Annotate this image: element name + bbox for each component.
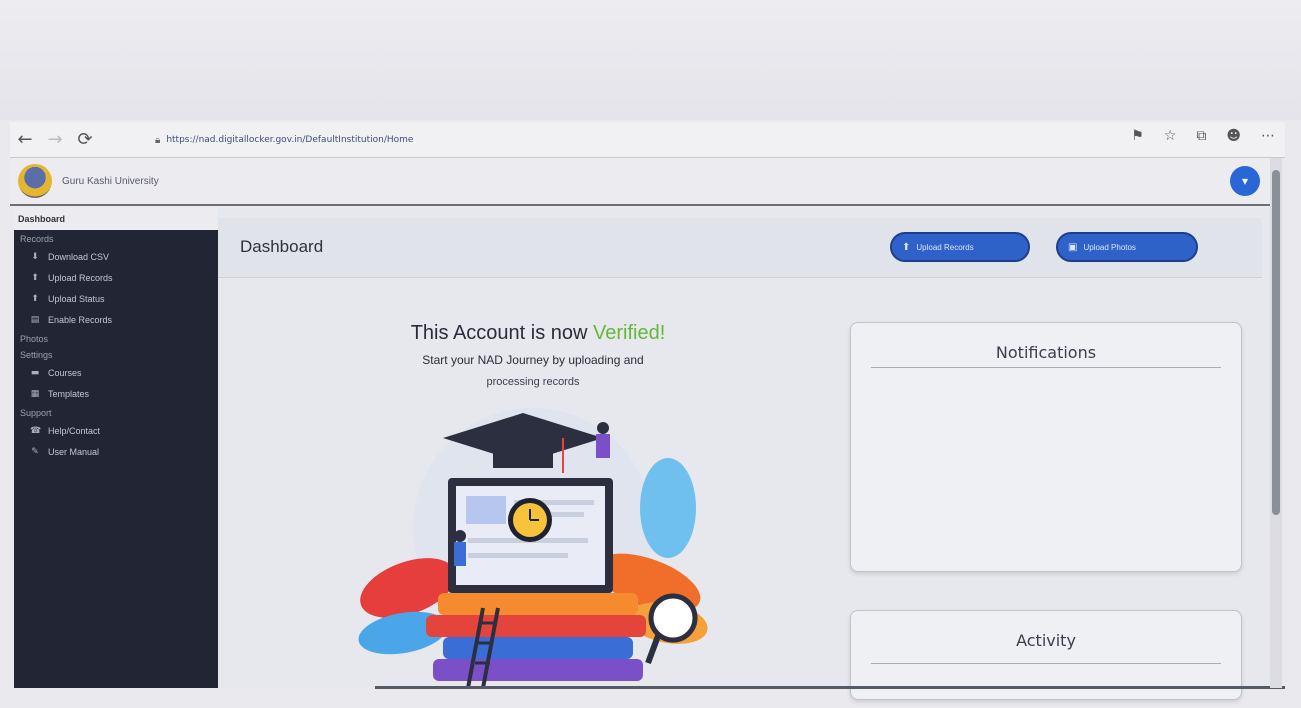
address-bar[interactable]: 🔒︎ https://nad.digitallocker.gov.in/Defa… [155,131,485,149]
sidebar-item-upload-status[interactable]: ⬆ Upload Status [14,288,218,309]
verified-heading: This Account is now Verified! [348,322,728,345]
sidebar-item-label: Upload Status [48,293,105,304]
sidebar-item-label: User Manual [48,446,100,457]
upload-records-button[interactable]: ⬆ Upload Records [890,232,1030,262]
back-icon[interactable]: ← [10,125,40,155]
button-label: Upload Photos [1083,242,1136,252]
url-text: https://nad.digitallocker.gov.in/Default… [166,135,414,145]
sidebar-item-enable-records[interactable]: ▤ Enable Records [14,309,218,330]
notifications-card: Notifications [850,322,1242,572]
verified-word: Verified! [593,322,666,344]
app-header: Guru Kashi University ▾ [10,158,1270,206]
page-header: Dashboard ⬆ Upload Records ▣ Upload Phot… [218,218,1262,278]
scrollbar-thumb[interactable] [1272,170,1280,515]
sidebar-item-label: Help/Contact [48,425,101,436]
browser-actions: ⚑ ☆ ⧉ ☻ ⋯ [1131,128,1275,144]
sidebar-section-records[interactable]: Records [14,230,218,246]
reload-icon[interactable]: ⟳ [70,125,100,155]
sidebar-item-dashboard[interactable]: Dashboard [14,208,218,230]
file-icon: ▤ [30,314,40,325]
org-name: Guru Kashi University [62,175,159,187]
browser-toolbar: ← → ⟳ 🔒︎ https://nad.digitallocker.gov.i… [10,122,1285,158]
sidebar-item-templates[interactable]: ▦ Templates [14,383,218,404]
button-label: Upload Records [916,242,974,252]
sidebar-section-photos[interactable]: Photos [14,330,218,346]
sidebar: Dashboard Records ⬇ Download CSV ⬆ Uploa… [14,208,218,688]
lock-icon: 🔒︎ [155,134,161,146]
sidebar-item-label: Templates [48,388,90,399]
upload-icon: ⬆ [902,241,911,253]
verified-heading-text: This Account is now [410,322,594,344]
screen-bottom-edge [375,686,1285,689]
profile-icon[interactable]: ☻ [1226,128,1241,144]
minus-icon: ▬ [30,367,40,378]
upload-icon: ⬆ [31,293,39,304]
education-illustration [358,408,708,688]
sidebar-item-label: Dashboard [18,214,66,224]
sidebar-item-user-manual[interactable]: ✎ User Manual [14,441,218,462]
main-content: Dashboard ⬆ Upload Records ▣ Upload Phot… [218,208,1270,700]
more-icon[interactable]: ⋯ [1261,128,1275,144]
sidebar-item-label: Upload Records [48,272,113,283]
download-icon: ⬇ [31,251,39,262]
welcome-subtext-2: processing records [486,376,580,388]
sidebar-item-label: Enable Records [48,314,113,325]
sidebar-item-download-csv[interactable]: ⬇ Download CSV [14,246,218,267]
sidebar-item-label: Download CSV [48,251,110,262]
divider [871,663,1221,664]
activity-title: Activity [1016,631,1076,650]
upload-icon: ⬆ [31,272,39,283]
template-icon: ▦ [30,388,40,399]
notifications-title: Notifications [995,343,1097,362]
book-icon: ✎ [31,446,39,457]
sidebar-section-support[interactable]: Support [14,404,218,420]
sidebar-item-courses[interactable]: ▬ Courses [14,362,218,383]
university-logo [18,164,52,198]
sidebar-section-settings[interactable]: Settings [14,346,218,362]
favorites-icon[interactable]: ☆ [1164,128,1177,144]
page-title: Dashboard [240,237,324,256]
help-icon: ☎ [30,425,42,436]
extensions-icon[interactable]: ⚑ [1131,128,1144,144]
divider [871,367,1221,368]
collections-icon[interactable]: ⧉ [1196,128,1206,144]
screen-surround [0,0,1301,120]
upload-photos-button[interactable]: ▣ Upload Photos [1056,232,1198,262]
welcome-subtext: Start your NAD Journey by uploading and [422,353,644,367]
page-scrollbar[interactable] [1270,158,1282,688]
sidebar-item-help-contact[interactable]: ☎ Help/Contact [14,420,218,441]
sidebar-item-upload-records[interactable]: ⬆ Upload Records [14,267,218,288]
image-icon: ▣ [1068,241,1078,253]
sidebar-item-label: Courses [48,367,82,378]
user-menu-icon[interactable]: ▾ [1230,166,1260,196]
forward-icon[interactable]: → [40,125,70,155]
